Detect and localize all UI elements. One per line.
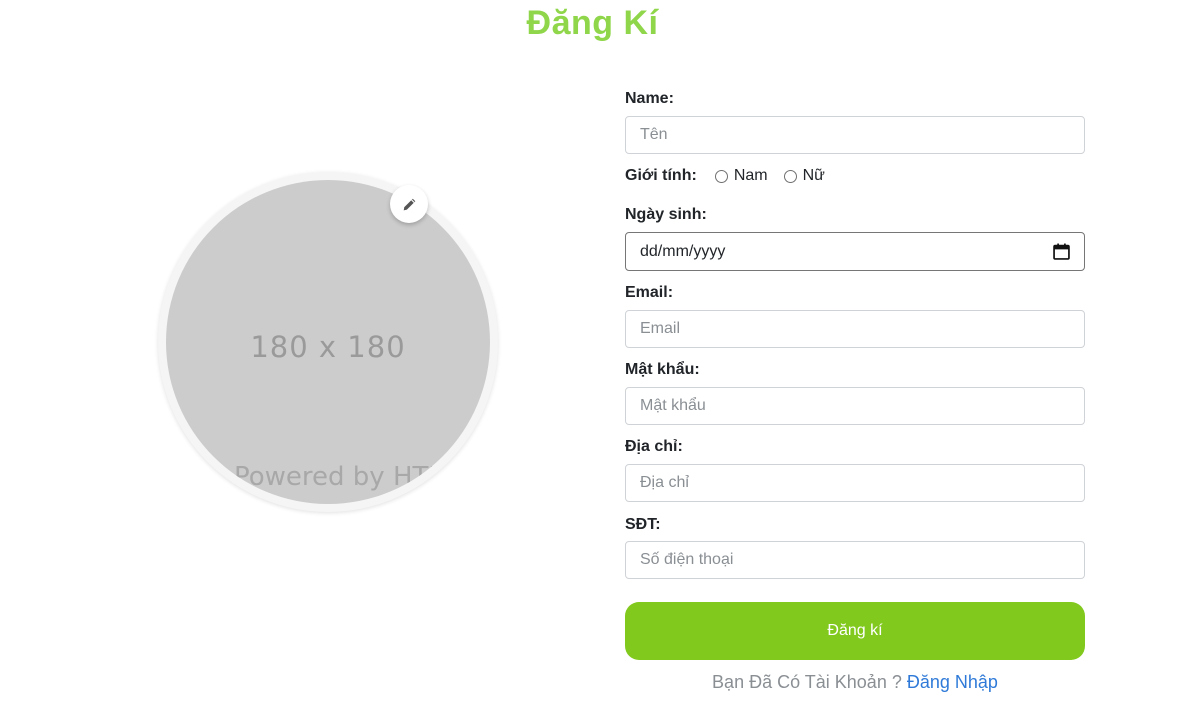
gender-group: Giới tính: Nam Nữ <box>625 166 841 186</box>
address-label: Địa chỉ: <box>625 438 683 455</box>
dob-input[interactable]: dd/mm/yyyy <box>625 232 1085 271</box>
avatar: 180 x 180 Powered by HTML Code <box>166 180 490 504</box>
dob-label: Ngày sinh: <box>625 206 707 223</box>
login-prompt-text: Bạn Đã Có Tài Khoản ? <box>712 672 902 692</box>
avatar-credit-text: Powered by HTML Code <box>234 462 490 492</box>
password-label: Mật khẩu: <box>625 361 700 378</box>
phone-input[interactable] <box>625 541 1085 579</box>
page-title: Đăng Kí <box>526 4 659 42</box>
gender-male-radio[interactable] <box>714 169 728 183</box>
email-input[interactable] <box>625 310 1085 348</box>
login-prompt-line: Bạn Đã Có Tài Khoản ? Đăng Nhập <box>625 672 1085 693</box>
email-label: Email: <box>625 284 674 301</box>
password-input[interactable] <box>625 387 1085 425</box>
name-label: Name: <box>625 90 674 107</box>
gender-female-radio[interactable] <box>783 169 797 183</box>
gender-male-label: Nam <box>733 167 768 184</box>
address-input[interactable] <box>625 464 1085 502</box>
register-button[interactable]: Đăng kí <box>625 602 1085 660</box>
gender-option-female[interactable]: Nữ <box>783 167 825 185</box>
gender-female-label: Nữ <box>802 167 825 184</box>
phone-label: SĐT: <box>625 516 661 533</box>
gender-label: Giới tính: <box>625 167 697 184</box>
avatar-frame: 180 x 180 Powered by HTML Code <box>158 172 498 512</box>
gender-option-male[interactable]: Nam <box>714 167 768 185</box>
calendar-icon[interactable] <box>1053 243 1070 260</box>
edit-avatar-button[interactable] <box>390 185 428 223</box>
dob-placeholder: dd/mm/yyyy <box>640 242 726 260</box>
pencil-icon <box>403 198 415 210</box>
login-link[interactable]: Đăng Nhập <box>907 672 998 692</box>
name-input[interactable] <box>625 116 1085 154</box>
